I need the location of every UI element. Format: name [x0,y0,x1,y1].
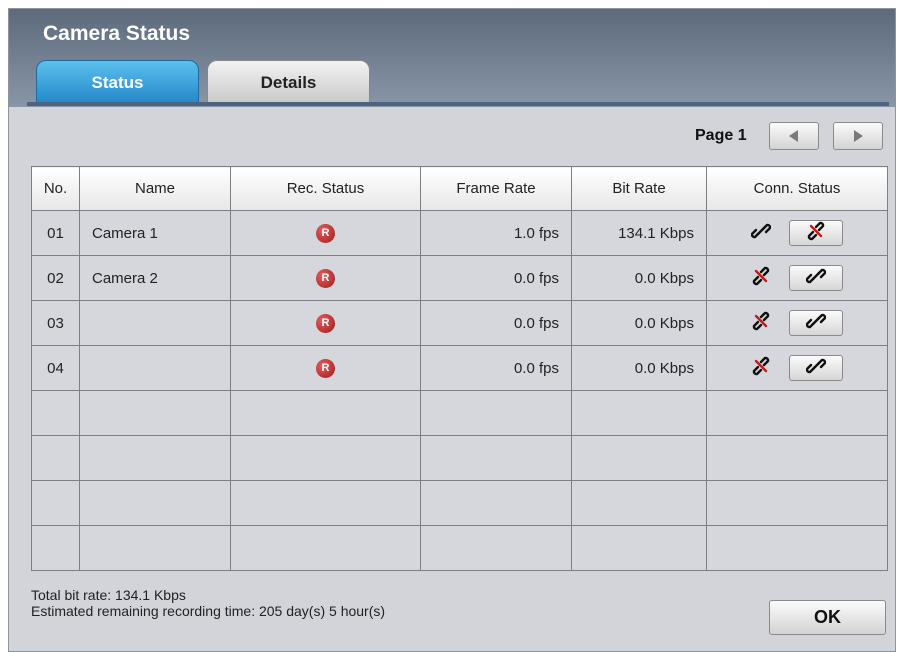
connect-button[interactable] [789,310,843,336]
cell-name [79,435,231,481]
record-icon: R [316,223,335,243]
header-name: Name [79,166,231,211]
cell-conn-status [706,435,888,481]
arrow-left-icon [789,130,798,142]
link-icon [806,266,826,290]
record-icon: R [316,313,335,333]
cell-rec-status [230,480,421,526]
cell-conn-status [706,255,888,301]
cell-rec-status [230,390,421,436]
table-header-row: No. Name Rec. Status Frame Rate Bit Rate… [31,166,888,211]
cell-conn-status [706,300,888,346]
broken-link-icon [751,266,771,290]
cell-no: 03 [31,300,80,346]
table-row [31,480,888,526]
cell-name [79,345,231,391]
broken-link-icon [806,221,826,245]
link-icon [751,221,771,245]
header-no: No. [31,166,80,211]
cell-name: Camera 2 [79,255,231,301]
arrow-right-icon [854,130,863,142]
cell-bit-rate [571,525,707,571]
cell-frame-rate [420,525,572,571]
camera-status-table: No. Name Rec. Status Frame Rate Bit Rate… [31,166,888,571]
table-row: 04 R 0.0 fps 0.0 Kbps [31,345,888,391]
cell-bit-rate: 0.0 Kbps [571,255,707,301]
cell-frame-rate: 0.0 fps [420,300,572,346]
cell-conn-status [706,480,888,526]
cell-no [31,390,80,436]
cell-bit-rate [571,390,707,436]
cell-name [79,480,231,526]
cell-bit-rate: 0.0 Kbps [571,345,707,391]
connect-button[interactable] [789,355,843,381]
cell-no: 04 [31,345,80,391]
header-rec-status: Rec. Status [230,166,421,211]
cell-conn-status [706,210,888,256]
record-icon: R [316,268,335,288]
next-page-button[interactable] [833,122,883,150]
table-row [31,525,888,571]
broken-link-icon [751,356,771,380]
disconnect-button[interactable] [789,220,843,246]
cell-rec-status: R [230,300,421,346]
tab-details-label: Details [260,72,317,92]
cell-frame-rate [420,480,572,526]
cell-rec-status [230,525,421,571]
header-frame-rate: Frame Rate [420,166,572,211]
cell-frame-rate [420,435,572,481]
cell-bit-rate: 0.0 Kbps [571,300,707,346]
cell-rec-status [230,435,421,481]
cell-conn-status [706,525,888,571]
record-icon: R [316,358,335,378]
cell-no [31,525,80,571]
cell-bit-rate: 134.1 Kbps [571,210,707,256]
link-icon [806,356,826,380]
cell-rec-status: R [230,255,421,301]
tab-status[interactable]: Status [36,60,199,105]
cell-rec-status: R [230,210,421,256]
cell-frame-rate: 0.0 fps [420,345,572,391]
cell-frame-rate: 0.0 fps [420,255,572,301]
cell-name: Camera 1 [79,210,231,256]
broken-link-icon [751,311,771,335]
table-row: 03 R 0.0 fps 0.0 Kbps [31,300,888,346]
ok-button[interactable]: OK [769,600,886,635]
tab-details[interactable]: Details [207,60,370,105]
tab-status-label: Status [91,72,144,92]
prev-page-button[interactable] [769,122,819,150]
tab-underline [27,102,889,106]
connect-button[interactable] [789,265,843,291]
cell-name [79,525,231,571]
cell-conn-status [706,390,888,436]
cell-bit-rate [571,435,707,481]
header-conn-status: Conn. Status [706,166,888,211]
table-row [31,435,888,481]
cell-no: 02 [31,255,80,301]
remaining-recording-time: Estimated remaining recording time: 205 … [31,603,386,619]
cell-frame-rate: 1.0 fps [420,210,572,256]
link-icon [806,311,826,335]
cell-rec-status: R [230,345,421,391]
cell-no [31,435,80,481]
cell-bit-rate [571,480,707,526]
cell-no [31,480,80,526]
cell-name [79,300,231,346]
page-indicator: Page 1 [695,127,747,144]
header-bit-rate: Bit Rate [571,166,707,211]
table-row: 01 Camera 1 R 1.0 fps 134.1 Kbps [31,210,888,256]
table-row: 02 Camera 2 R 0.0 fps 0.0 Kbps [31,255,888,301]
table-row [31,390,888,436]
window-title: Camera Status [43,22,191,45]
cell-conn-status [706,345,888,391]
cell-name [79,390,231,436]
camera-status-window: Camera Status Status Details Page 1 No. … [8,8,896,652]
cell-frame-rate [420,390,572,436]
total-bit-rate: Total bit rate: 134.1 Kbps [31,587,186,603]
cell-no: 01 [31,210,80,256]
